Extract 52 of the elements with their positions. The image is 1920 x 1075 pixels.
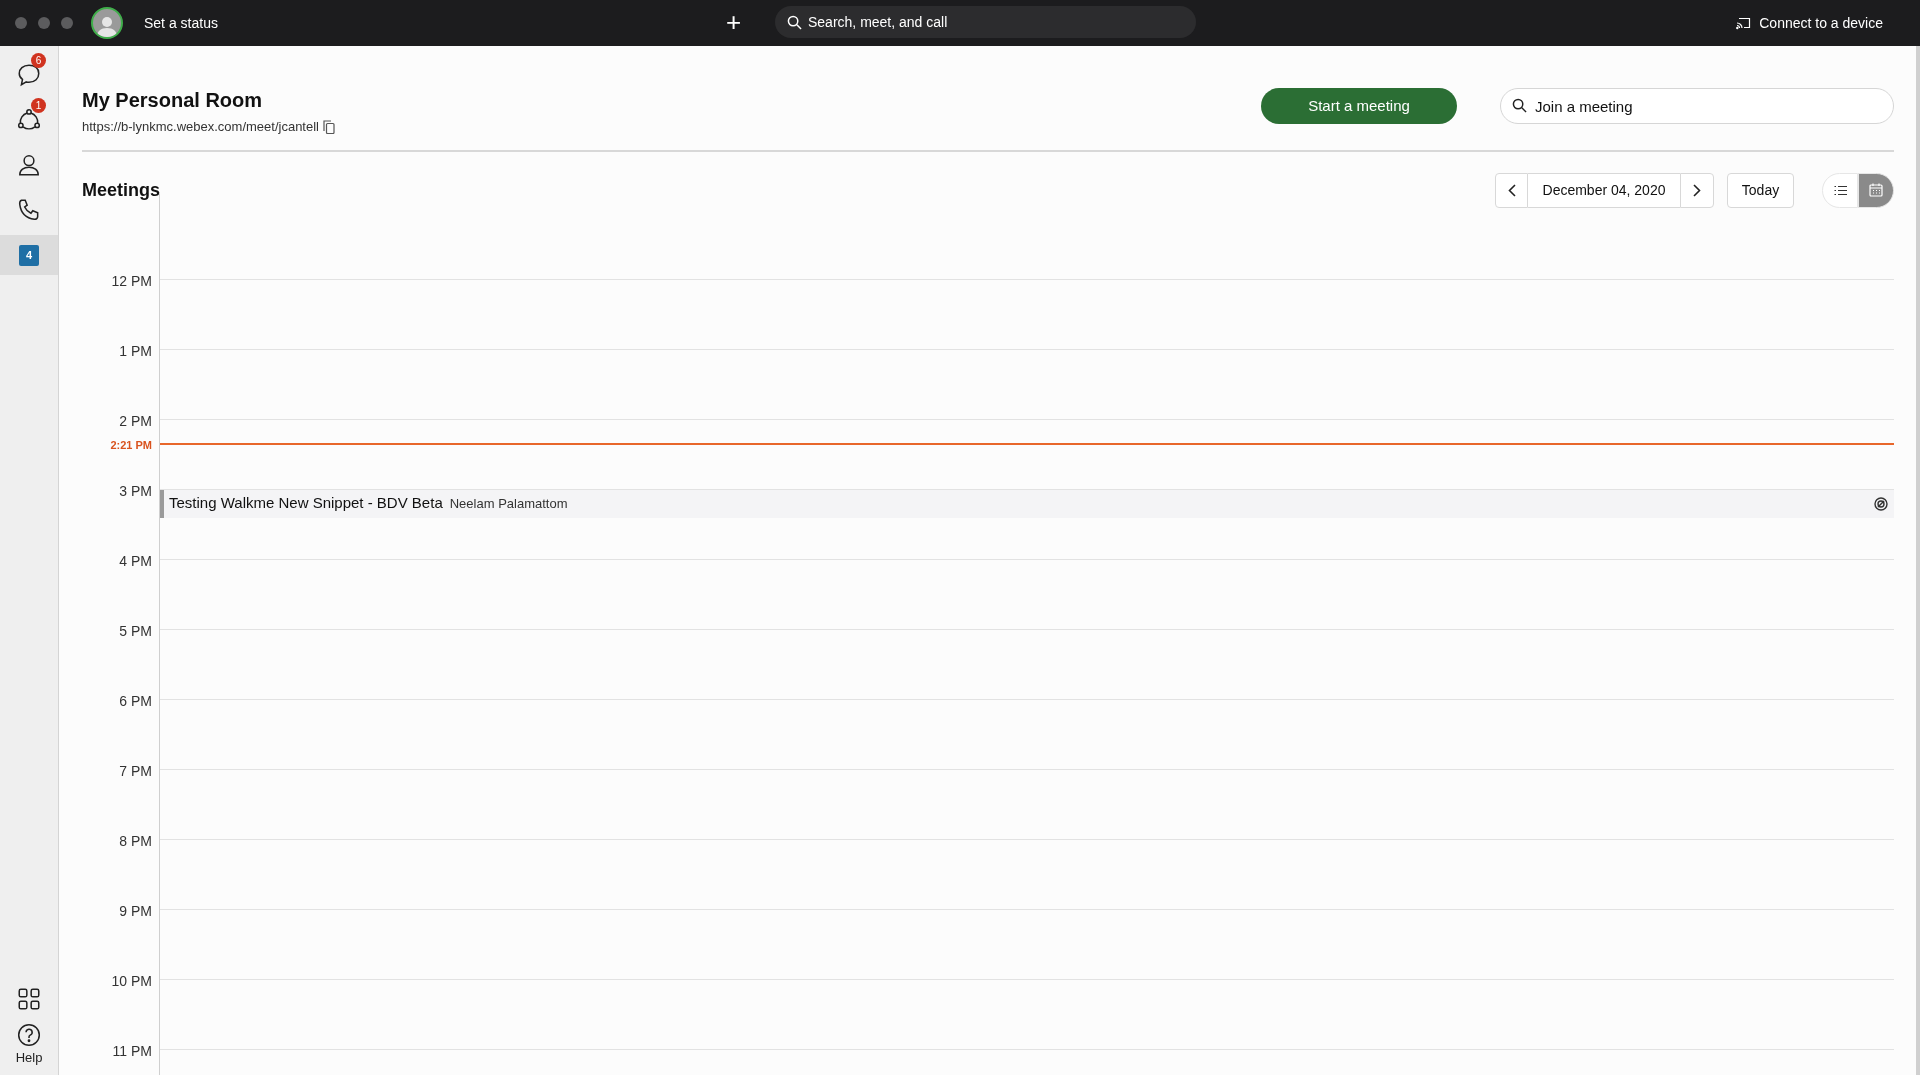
apps-grid-icon[interactable] bbox=[16, 985, 42, 1012]
unread-badge: 6 bbox=[31, 53, 46, 68]
personal-room-title: My Personal Room bbox=[82, 88, 264, 112]
personal-room-url: https://b-lynkmc.webex.com/meet/jcantell bbox=[82, 118, 319, 136]
hour-label: 9 PM bbox=[119, 901, 152, 921]
calendar-icon bbox=[1869, 183, 1883, 197]
hour-label: 6 PM bbox=[119, 691, 152, 711]
screen-cast-icon bbox=[1736, 16, 1752, 30]
copy-icon[interactable] bbox=[323, 119, 335, 134]
calendar-day-icon[interactable]: 4 bbox=[19, 244, 39, 266]
previous-day-button[interactable] bbox=[1495, 172, 1528, 208]
start-meeting-button[interactable]: Start a meeting bbox=[1261, 88, 1457, 124]
hour-label: 4 PM bbox=[119, 551, 152, 571]
date-label: December 04, 2020 bbox=[1528, 172, 1680, 208]
connect-device-button[interactable]: Connect to a device bbox=[1736, 12, 1883, 34]
next-day-button[interactable] bbox=[1680, 172, 1714, 208]
chevron-right-icon bbox=[1693, 183, 1701, 197]
meetings-heading: Meetings bbox=[82, 178, 160, 202]
hour-label: 1 PM bbox=[119, 341, 152, 361]
meeting-host: Neelam Palamattom bbox=[449, 494, 568, 513]
hour-label: 3 PM bbox=[119, 481, 152, 501]
person-icon[interactable] bbox=[16, 152, 42, 178]
set-status-link[interactable]: Set a status bbox=[144, 12, 218, 34]
hour-label: 5 PM bbox=[119, 621, 152, 641]
hour-label: 11 PM bbox=[112, 1041, 152, 1061]
search-icon bbox=[1512, 98, 1527, 113]
list-view-button[interactable] bbox=[1822, 172, 1858, 208]
today-button[interactable]: Today bbox=[1727, 172, 1794, 208]
meeting-title: Testing Walkme New Snippet - BDV Beta bbox=[169, 493, 443, 514]
minimize-window-button[interactable] bbox=[38, 17, 50, 29]
meeting-status-icon bbox=[1874, 496, 1888, 511]
chevron-left-icon bbox=[1507, 183, 1516, 197]
hour-label: 7 PM bbox=[119, 761, 152, 781]
search-field[interactable]: Search, meet, and call bbox=[775, 6, 1196, 38]
help-icon[interactable] bbox=[16, 1021, 42, 1048]
hour-label: 8 PM bbox=[119, 831, 152, 851]
team-nodes-icon[interactable] bbox=[16, 107, 42, 133]
meeting-entry[interactable]: Testing Walkme New Snippet - BDV Beta Neelam Palamattom bbox=[160, 489, 1894, 518]
new-button[interactable]: + bbox=[726, 6, 742, 38]
help-label[interactable]: Help bbox=[15, 1047, 43, 1067]
search-icon bbox=[787, 15, 802, 30]
list-icon bbox=[1833, 184, 1847, 196]
avatar[interactable] bbox=[91, 7, 123, 39]
hour-label: 12 PM bbox=[111, 271, 152, 291]
zoom-window-button[interactable] bbox=[61, 17, 73, 29]
current-time-label: 2:21 PM bbox=[110, 437, 152, 453]
hour-label: 10 PM bbox=[111, 971, 152, 991]
close-window-button[interactable] bbox=[15, 17, 27, 29]
unread-badge: 1 bbox=[31, 98, 46, 113]
chat-bubble-icon[interactable] bbox=[16, 62, 42, 88]
join-meeting-field[interactable]: Join a meeting bbox=[1500, 88, 1894, 124]
hour-label: 2 PM bbox=[119, 411, 152, 431]
